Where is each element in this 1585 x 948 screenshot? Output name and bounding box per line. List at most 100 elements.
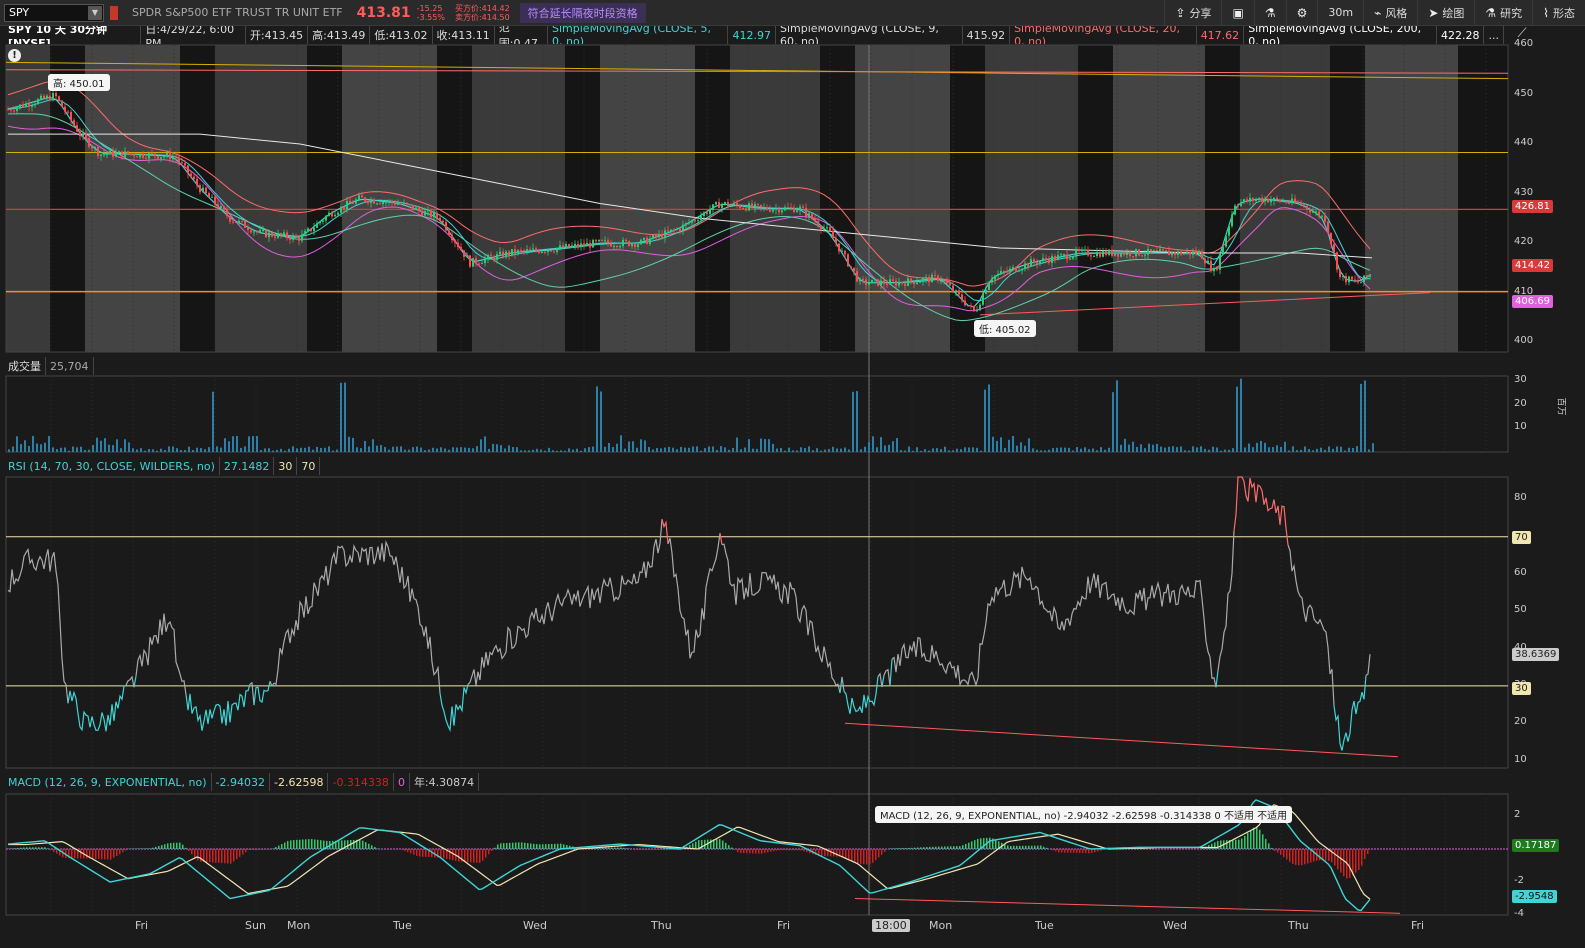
candle-body	[964, 300, 966, 306]
macd-histogram-bar	[254, 849, 256, 850]
candle-body	[91, 146, 93, 149]
candle-body	[997, 274, 999, 276]
candle-body	[577, 243, 579, 247]
candle-body	[361, 195, 363, 198]
candle-body	[79, 131, 81, 136]
macd-histogram-bar	[476, 849, 478, 863]
candle-body	[952, 285, 954, 292]
candle-body	[367, 201, 369, 204]
volume-bar	[480, 439, 482, 452]
volume-bar	[1280, 446, 1282, 452]
macd-histogram-bar	[170, 842, 172, 849]
macd-histogram-bar	[239, 849, 241, 857]
candle-body	[388, 200, 390, 203]
candle-body	[442, 220, 444, 223]
macd-histogram-bar	[530, 843, 532, 849]
candle-body	[244, 221, 246, 228]
volume-bar	[488, 448, 490, 452]
candle-body	[1153, 250, 1155, 252]
macd-histogram-bar	[1043, 846, 1045, 849]
volume-bar	[112, 445, 114, 452]
more-studies[interactable]: ...	[1484, 26, 1504, 44]
macd-histogram-bar	[260, 849, 262, 850]
time-tick-label: Fri	[135, 919, 149, 932]
candle-body	[928, 277, 930, 283]
price-tick-label: 420	[1514, 236, 1534, 248]
macd-histogram-bar	[767, 849, 769, 853]
macd-histogram-bar	[779, 849, 781, 851]
volume-bar	[812, 450, 814, 452]
alert-icon[interactable]: !	[8, 49, 21, 62]
candle-body	[1180, 251, 1182, 255]
volume-bar	[804, 447, 806, 452]
volume-bar	[1036, 449, 1038, 452]
candle-body	[64, 106, 66, 112]
candle-body	[1048, 259, 1050, 263]
volume-bar	[1088, 449, 1090, 452]
volume-bar	[672, 447, 674, 452]
candle-body	[1207, 260, 1209, 264]
candle-body	[436, 212, 438, 218]
candle-body	[637, 244, 639, 247]
candle-body	[991, 279, 993, 283]
volume-bar	[232, 436, 234, 452]
macd-histogram-bar	[869, 849, 871, 865]
macd-zero: 0	[394, 773, 410, 791]
macd-histogram-bar	[80, 849, 82, 859]
candle-body	[1051, 256, 1053, 263]
volume-bar	[1016, 445, 1018, 452]
candle-body	[1072, 256, 1074, 259]
candle-body	[289, 237, 291, 240]
rsi-label[interactable]: RSI (14, 70, 30, CLOSE, WILDERS, no)	[4, 457, 220, 475]
low-label: 低: 405.02	[974, 320, 1036, 337]
candle-body	[1066, 254, 1068, 260]
macd-histogram-bar	[971, 841, 973, 849]
sma3-label[interactable]: SimpleMovingAvg (CLOSE, 20, 0, no)	[1010, 26, 1197, 44]
candle-body	[1108, 249, 1110, 255]
volume-bar	[412, 447, 414, 452]
candle-body	[643, 237, 645, 240]
volume-bar	[436, 448, 438, 452]
macd-histogram-bar	[1247, 833, 1249, 849]
macd-histogram-bar	[1232, 839, 1234, 849]
macd-histogram-bar	[35, 847, 37, 849]
sma2-label[interactable]: SimpleMovingAvg (CLOSE, 9, 60, no)	[776, 26, 963, 44]
candle-body	[574, 243, 576, 246]
volume-bar	[1268, 447, 1270, 452]
macd-histogram-bar	[1226, 840, 1228, 849]
macd-histogram-bar	[206, 849, 208, 863]
volume-bar	[184, 449, 186, 452]
candle-body	[10, 109, 12, 111]
candle-body	[745, 208, 747, 211]
candle-body	[808, 213, 810, 217]
macd-label[interactable]: MACD (12, 26, 9, EXPONENTIAL, no)	[4, 773, 212, 791]
candle-body	[847, 254, 849, 267]
candle-body	[793, 207, 795, 213]
candle-body	[283, 232, 285, 236]
volume-label[interactable]: 成交量	[4, 357, 46, 375]
candle-body	[1354, 279, 1356, 281]
volume-bar	[1164, 447, 1166, 452]
sma1-label[interactable]: SimpleMovingAvg (CLOSE, 5, 0, no)	[548, 26, 729, 44]
macd-histogram-bar	[737, 849, 739, 853]
candle-body	[652, 234, 654, 239]
sma4-label[interactable]: SimpleMovingAvg (CLOSE, 200, 0, no)	[1244, 26, 1437, 44]
candle-body	[871, 279, 873, 284]
candle-body	[1357, 279, 1359, 283]
candle-body	[739, 205, 741, 209]
candle-body	[982, 293, 984, 305]
volume-bar	[244, 446, 246, 452]
volume-bar	[956, 448, 958, 452]
candle-body	[1336, 252, 1338, 270]
candle-body	[898, 282, 900, 286]
candle-body	[229, 215, 231, 222]
volume-bar	[1104, 449, 1106, 452]
volume-bar	[1100, 447, 1102, 452]
rsi-value-badge: 38.6369	[1512, 648, 1560, 661]
candle-body	[859, 278, 861, 282]
macd-histogram-bar	[323, 840, 325, 849]
macd-histogram-bar	[1040, 845, 1042, 849]
volume-bar	[516, 447, 518, 452]
candle-body	[34, 103, 36, 106]
volume-bar	[780, 447, 782, 452]
